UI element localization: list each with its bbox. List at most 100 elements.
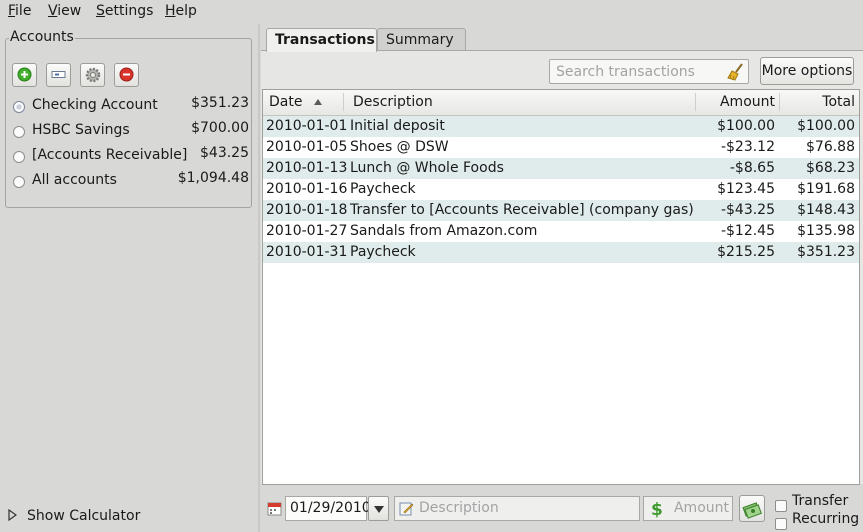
edit-icon <box>399 502 414 516</box>
menu-settings[interactable]: Settings <box>96 3 153 19</box>
cell-date: 2010-01-27 <box>266 223 348 239</box>
search-box[interactable] <box>549 59 749 84</box>
cell-total: $76.88 <box>806 139 855 155</box>
edit-account-button[interactable] <box>46 63 71 87</box>
remove-account-button[interactable] <box>114 63 139 87</box>
account-name: All accounts <box>32 172 117 188</box>
cell-date: 2010-01-18 <box>266 202 348 218</box>
cell-date: 2010-01-01 <box>266 118 348 134</box>
account-name: [Accounts Receivable] <box>32 147 188 163</box>
cell-description: Sandals from Amazon.com <box>350 223 538 239</box>
menu-file[interactable]: File <box>8 3 31 19</box>
account-radio[interactable] <box>13 151 25 163</box>
account-hsbc-savings[interactable]: HSBC Savings $700.00 <box>6 120 253 142</box>
tab-summary[interactable]: Summary <box>377 28 466 51</box>
cell-description: Lunch @ Whole Foods <box>350 160 504 176</box>
account-radio[interactable] <box>13 176 25 188</box>
cell-description: Transfer to [Accounts Receivable] (compa… <box>350 202 694 218</box>
cell-amount: $123.45 <box>717 181 775 197</box>
cell-total: $135.98 <box>797 223 855 239</box>
column-divider[interactable] <box>343 93 344 111</box>
table-row[interactable]: 2010-01-01 Initial deposit $100.00 $100.… <box>263 116 859 137</box>
cell-amount: -$23.12 <box>720 139 775 155</box>
table-row[interactable]: 2010-01-13 Lunch @ Whole Foods -$8.65 $6… <box>263 158 859 179</box>
column-divider[interactable] <box>695 93 696 111</box>
add-icon <box>17 67 32 82</box>
cell-description: Paycheck <box>350 181 416 197</box>
table-row[interactable]: 2010-01-05 Shoes @ DSW -$23.12 $76.88 <box>263 137 859 158</box>
transfer-checkbox[interactable] <box>775 500 787 512</box>
cell-amount: $215.25 <box>717 244 775 260</box>
account-balance: $43.25 <box>200 145 249 161</box>
column-divider[interactable] <box>779 93 780 111</box>
cell-date: 2010-01-16 <box>266 181 348 197</box>
account-balance: $700.00 <box>191 120 249 136</box>
table-row[interactable]: 2010-01-18 Transfer to [Accounts Receiva… <box>263 200 859 221</box>
gear-icon <box>85 67 101 83</box>
add-account-button[interactable] <box>12 63 37 87</box>
description-input[interactable]: Description <box>394 496 640 521</box>
account-balance: $351.23 <box>191 95 249 111</box>
column-header-description[interactable]: Description <box>353 94 433 110</box>
edit-account-icon <box>51 71 66 78</box>
menu-help[interactable]: Help <box>165 3 197 19</box>
account-radio[interactable] <box>13 126 25 138</box>
transfer-label: Transfer <box>792 493 849 509</box>
cell-description: Shoes @ DSW <box>350 139 449 155</box>
recurring-checkbox[interactable] <box>775 518 787 530</box>
panel-splitter[interactable] <box>258 24 260 532</box>
cell-amount: -$12.45 <box>720 223 775 239</box>
cell-description: Paycheck <box>350 244 416 260</box>
cell-amount: -$43.25 <box>720 202 775 218</box>
remove-icon <box>119 67 134 82</box>
cell-total: $68.23 <box>806 160 855 176</box>
search-input[interactable] <box>550 60 732 83</box>
account-all[interactable]: All accounts $1,094.48 <box>6 170 253 192</box>
account-settings-button[interactable] <box>80 63 105 87</box>
cell-total: $191.68 <box>797 181 855 197</box>
transactions-area: Transactions Summary More options Date D… <box>261 24 863 532</box>
cell-total: $148.43 <box>797 202 855 218</box>
cell-date: 2010-01-13 <box>266 160 348 176</box>
account-balance: $1,094.48 <box>177 170 249 186</box>
cell-total: $100.00 <box>797 118 855 134</box>
column-header-date[interactable]: Date <box>269 94 323 110</box>
description-placeholder: Description <box>419 500 499 516</box>
add-transaction-button[interactable] <box>739 495 765 522</box>
clear-search-icon[interactable] <box>726 62 746 82</box>
expander-arrow-icon <box>8 509 17 521</box>
date-dropdown-button[interactable] <box>368 496 389 521</box>
account-radio[interactable] <box>13 101 25 113</box>
svg-text:$: $ <box>651 500 662 518</box>
table-row[interactable]: 2010-01-16 Paycheck $123.45 $191.68 <box>263 179 859 200</box>
date-input[interactable]: 01/29/2010 <box>285 496 371 521</box>
cell-amount: -$8.65 <box>729 160 775 176</box>
cell-date: 2010-01-31 <box>266 244 348 260</box>
calendar-icon[interactable] <box>267 501 282 516</box>
table-row[interactable]: 2010-01-27 Sandals from Amazon.com -$12.… <box>263 221 859 242</box>
amount-input[interactable]: $ Amount <box>643 496 733 521</box>
account-name: HSBC Savings <box>32 122 130 138</box>
chevron-down-icon <box>374 506 384 513</box>
sort-ascending-icon <box>313 99 322 105</box>
menu-view[interactable]: View <box>48 3 81 19</box>
amount-placeholder: Amount <box>673 500 729 516</box>
column-header-amount[interactable]: Amount <box>720 94 775 110</box>
recurring-label: Recurring <box>792 511 860 527</box>
more-options-button[interactable]: More options <box>760 57 854 85</box>
money-add-icon <box>742 502 762 519</box>
account-name: Checking Account <box>32 97 158 113</box>
account-checking[interactable]: Checking Account $351.23 <box>6 95 253 117</box>
table-row[interactable]: 2010-01-31 Paycheck $215.25 $351.23 <box>263 242 859 263</box>
date-value: 01/29/2010 <box>290 500 371 516</box>
accounts-title: Accounts <box>9 29 75 45</box>
show-calculator-label: Show Calculator <box>27 508 141 524</box>
dollar-icon: $ <box>651 500 662 518</box>
transaction-entry-bar: 01/29/2010 Description $ Amount Transfer… <box>261 492 863 530</box>
account-receivable[interactable]: [Accounts Receivable] $43.25 <box>6 145 253 167</box>
column-header-total[interactable]: Total <box>822 94 855 110</box>
cell-amount: $100.00 <box>717 118 775 134</box>
tab-transactions[interactable]: Transactions <box>266 28 377 52</box>
accounts-panel: Checking Account $351.23 HSBC Savings $7… <box>0 24 258 532</box>
menubar: File View Settings Help <box>0 0 863 24</box>
